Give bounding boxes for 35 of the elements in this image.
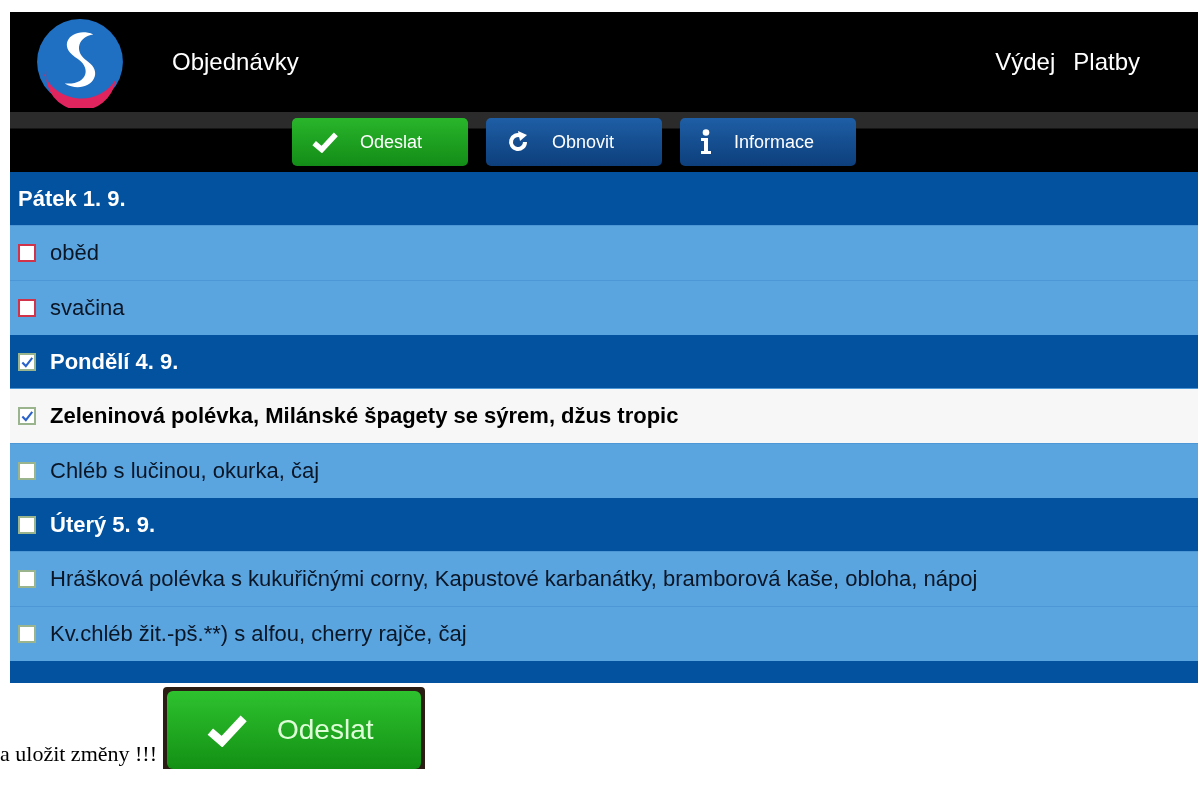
day-label: Pátek 1. 9. [18, 185, 126, 212]
meal-label: Zeleninová polévka, Milánské špagety se sýrem, džus tropic [50, 402, 679, 430]
toolbar-button[interactable]: Informace [680, 118, 856, 166]
day-label: Pondělí 4. 9. [50, 348, 179, 375]
meal-row[interactable]: Chléb s lučinou, okurka, čaj [10, 443, 1198, 498]
checkbox[interactable] [18, 299, 36, 317]
toolbar-button[interactable]: Odeslat [292, 118, 468, 166]
meal-label: Kv.chléb žit.-pš.**) s alfou, cherry rajče, čaj [50, 620, 467, 648]
day-label: Úterý 5. 9. [50, 511, 156, 538]
checkbox[interactable] [18, 570, 36, 588]
info-icon [700, 129, 712, 155]
meal-row[interactable]: Hrášková polévka s kukuřičnými corny, Kapustové karbanátky, bramborová kaše, obloha, nápoj [10, 551, 1198, 606]
meal-label: Hrášková polévka s kukuřičnými corny, Kapustové karbanátky, bramborová kaše, obloha, nápoj [50, 565, 978, 593]
meal-label: svačina [50, 294, 125, 322]
checkbox[interactable] [18, 352, 36, 371]
refresh-icon [506, 130, 530, 154]
meal-row[interactable]: Zeleninová polévka, Milánské špagety se sýrem, džus tropic [10, 388, 1198, 443]
page-title: Objednávky [172, 48, 299, 76]
meal-label: Chléb s lučinou, okurka, čaj [50, 457, 320, 485]
checkbox[interactable] [18, 244, 36, 262]
checkmark-icon [207, 713, 247, 747]
meal-label: oběd [50, 239, 99, 267]
checkbox[interactable] [18, 515, 36, 534]
meal-row[interactable]: svačina [10, 280, 1198, 335]
nav-link[interactable]: Výdej [995, 48, 1056, 76]
meal-row[interactable]: oběd [10, 225, 1198, 280]
checkbox[interactable] [18, 462, 36, 480]
checkmark-icon [312, 131, 338, 153]
nav-link[interactable]: Platby [1073, 48, 1140, 76]
checkbox[interactable] [18, 625, 36, 643]
logo-icon [34, 16, 126, 108]
meal-row[interactable]: Kv.chléb žit.-pš.**) s alfou, cherry rajče, čaj [10, 606, 1198, 661]
toolbar-button[interactable]: Obnovit [486, 118, 662, 166]
checkbox[interactable] [18, 407, 36, 425]
instruction-text: a uložit změny !!! [0, 741, 157, 768]
